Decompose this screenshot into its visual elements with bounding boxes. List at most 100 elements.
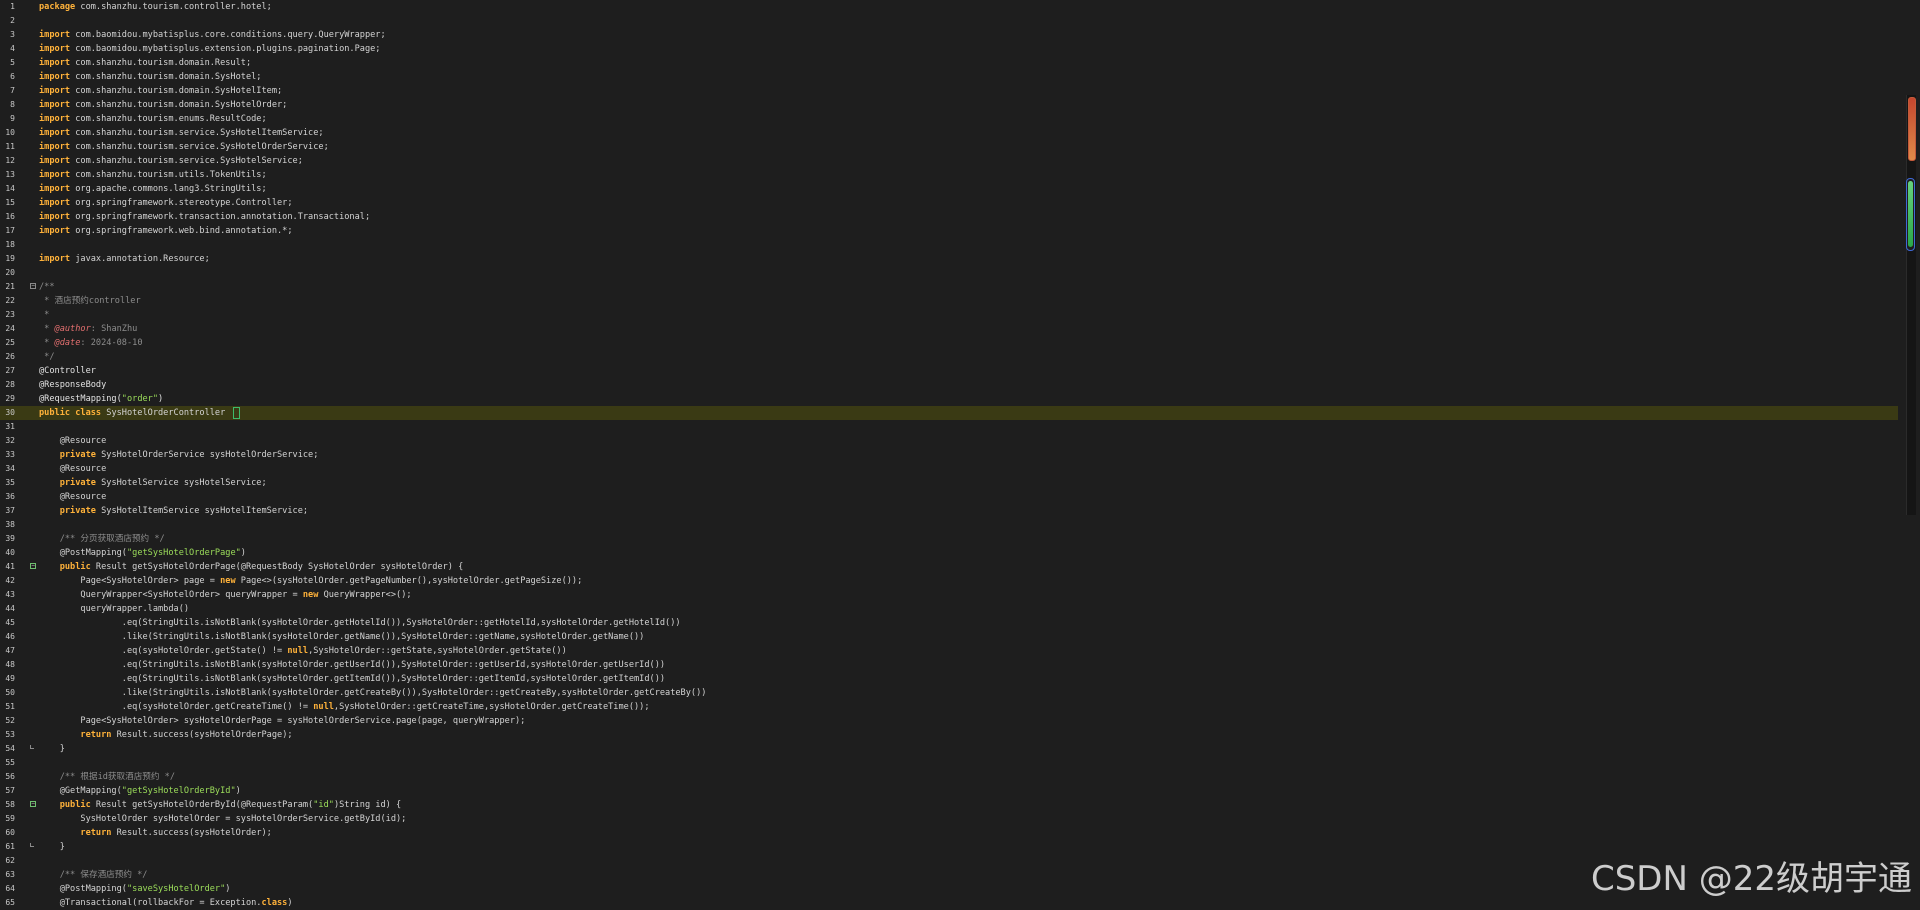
code-line[interactable]: 2 <box>0 14 1900 28</box>
code-line[interactable]: 21 −/** <box>0 280 1900 294</box>
code-token: com.shanzhu.tourism.service.SysHotelServ… <box>70 156 303 166</box>
code-token: ) <box>235 786 241 796</box>
code-line[interactable]: 60 return Result.success(sysHotelOrder); <box>0 826 1900 840</box>
code-line[interactable]: 55 <box>0 756 1900 770</box>
code-line[interactable]: 19 import javax.annotation.Resource; <box>0 252 1900 266</box>
code-line[interactable]: 52 Page<SysHotelOrder> sysHotelOrderPage… <box>0 714 1900 728</box>
code-line[interactable]: 8 import com.shanzhu.tourism.domain.SysHo… <box>0 98 1900 112</box>
code-text: import com.shanzhu.tourism.domain.SysHot… <box>39 84 282 98</box>
code-area[interactable]: 1 package com.shanzhu.tourism.controller.… <box>0 0 1900 910</box>
code-line[interactable]: 41 − public Result getSysHotelOrderPage(@… <box>0 560 1900 574</box>
code-line[interactable]: 10 import com.shanzhu.tourism.service.Sys… <box>0 126 1900 140</box>
fold-collapse-icon[interactable]: − <box>30 563 36 569</box>
code-line[interactable]: 9 import com.shanzhu.tourism.enums.Result… <box>0 112 1900 126</box>
code-editor[interactable]: 1 package com.shanzhu.tourism.controller.… <box>0 0 1920 910</box>
code-line[interactable]: 38 <box>0 518 1900 532</box>
code-line[interactable]: 50 .like(StringUtils.isNotBlank(sysHotel… <box>0 686 1900 700</box>
code-line[interactable]: 22 * 酒店预约controller <box>0 294 1900 308</box>
code-line[interactable]: 5 import com.shanzhu.tourism.domain.Resul… <box>0 56 1900 70</box>
code-line[interactable]: 49 .eq(StringUtils.isNotBlank(sysHotelOr… <box>0 672 1900 686</box>
code-line[interactable]: 47 .eq(sysHotelOrder.getState() != null,… <box>0 644 1900 658</box>
code-line[interactable]: 40 @PostMapping("getSysHotelOrderPage") <box>0 546 1900 560</box>
code-line[interactable]: 4 import com.baomidou.mybatisplus.extensi… <box>0 42 1900 56</box>
line-number: 9 <box>10 114 15 123</box>
code-line[interactable]: 24 * @author: ShanZhu <box>0 322 1900 336</box>
line-number: 39 <box>5 534 15 543</box>
code-line[interactable]: 18 <box>0 238 1900 252</box>
code-token: : 2024-08-10 <box>80 338 143 348</box>
code-line[interactable]: 28 @ResponseBody <box>0 378 1900 392</box>
code-line[interactable]: 29 @RequestMapping("order") <box>0 392 1900 406</box>
code-text: import com.baomidou.mybatisplus.extensio… <box>39 42 380 56</box>
code-token: com.shanzhu.tourism.utils.TokenUtils; <box>70 170 267 180</box>
code-text: import javax.annotation.Resource; <box>39 252 210 266</box>
code-line[interactable]: 12 import com.shanzhu.tourism.service.Sys… <box>0 154 1900 168</box>
code-token: org.springframework.web.bind.annotation.… <box>70 226 293 236</box>
fold-end-icon[interactable] <box>30 745 34 749</box>
code-line[interactable]: 45 .eq(StringUtils.isNotBlank(sysHotelOr… <box>0 616 1900 630</box>
code-line[interactable]: 1 package com.shanzhu.tourism.controller.… <box>0 0 1900 14</box>
code-text: Page<SysHotelOrder> sysHotelOrderPage = … <box>39 714 525 728</box>
line-number: 37 <box>5 506 15 515</box>
code-line[interactable]: 25 * @date: 2024-08-10 <box>0 336 1900 350</box>
code-token: return <box>80 828 112 838</box>
code-token: Page<SysHotelOrder> sysHotelOrderPage = … <box>39 716 526 726</box>
code-line[interactable]: 48 .eq(StringUtils.isNotBlank(sysHotelOr… <box>0 658 1900 672</box>
line-number: 24 <box>5 324 15 333</box>
code-line[interactable]: 14 import org.apache.commons.lang3.String… <box>0 182 1900 196</box>
code-token: ) <box>225 884 231 894</box>
code-token: private <box>59 506 96 516</box>
code-line[interactable]: 43 QueryWrapper<SysHotelOrder> queryWrap… <box>0 588 1900 602</box>
code-line[interactable]: 16 import org.springframework.transaction… <box>0 210 1900 224</box>
code-line[interactable]: 51 .eq(sysHotelOrder.getCreateTime() != … <box>0 700 1900 714</box>
code-token: import <box>39 170 71 180</box>
code-text: */ <box>39 350 54 364</box>
line-number: 44 <box>5 604 15 613</box>
code-line[interactable]: 39 /** 分页获取酒店预约 */ <box>0 532 1900 546</box>
code-line[interactable]: 15 import org.springframework.stereotype.… <box>0 196 1900 210</box>
code-line[interactable]: 58 − public Result getSysHotelOrderById(@… <box>0 798 1900 812</box>
code-text: import org.springframework.stereotype.Co… <box>39 196 293 210</box>
code-line[interactable]: 53 return Result.success(sysHotelOrderPa… <box>0 728 1900 742</box>
code-line[interactable]: 35 private SysHotelService sysHotelServi… <box>0 476 1900 490</box>
code-line[interactable]: 32 @Resource <box>0 434 1900 448</box>
code-line[interactable]: 17 import org.springframework.web.bind.an… <box>0 224 1900 238</box>
code-line[interactable]: 31 <box>0 420 1900 434</box>
fold-collapse-icon[interactable]: − <box>30 801 36 807</box>
line-number: 58 <box>5 800 15 809</box>
code-line[interactable]: 3 import com.baomidou.mybatisplus.core.co… <box>0 28 1900 42</box>
code-line[interactable]: 27 @Controller <box>0 364 1900 378</box>
code-line[interactable]: 56 /** 根据id获取酒店预约 */ <box>0 770 1900 784</box>
line-number: 14 <box>5 184 15 193</box>
code-line[interactable]: 44 queryWrapper.lambda() <box>0 602 1900 616</box>
code-token: ,SysHotelOrder::getCreateTime,sysHotelOr… <box>333 702 650 712</box>
code-line[interactable]: 54 } <box>0 742 1900 756</box>
code-line[interactable]: 7 import com.shanzhu.tourism.domain.SysHo… <box>0 84 1900 98</box>
code-line[interactable]: 23 * <box>0 308 1900 322</box>
code-token: @Resource <box>39 492 107 502</box>
line-number: 27 <box>5 366 15 375</box>
code-token: @PostMapping( <box>39 884 127 894</box>
code-line[interactable]: 6 import com.shanzhu.tourism.domain.SysHo… <box>0 70 1900 84</box>
code-line[interactable]: 13 import com.shanzhu.tourism.utils.Token… <box>0 168 1900 182</box>
code-line[interactable]: 36 @Resource <box>0 490 1900 504</box>
line-number: 36 <box>5 492 15 501</box>
code-line[interactable]: 57 @GetMapping("getSysHotelOrderById") <box>0 784 1900 798</box>
fold-end-icon[interactable] <box>30 843 34 847</box>
code-text: * <box>39 308 49 322</box>
code-token: import <box>39 72 71 82</box>
code-token: } <box>39 744 65 754</box>
code-line[interactable]: 42 Page<SysHotelOrder> page = new Page<>… <box>0 574 1900 588</box>
line-number: 61 <box>5 842 15 851</box>
code-line[interactable]: 34 @Resource <box>0 462 1900 476</box>
code-line[interactable]: 37 private SysHotelItemService sysHotelI… <box>0 504 1900 518</box>
code-line[interactable]: 20 <box>0 266 1900 280</box>
code-line[interactable]: 46 .like(StringUtils.isNotBlank(sysHotel… <box>0 630 1900 644</box>
code-line[interactable]: 30 public class SysHotelOrderController <box>0 406 1898 420</box>
code-token: import <box>39 30 71 40</box>
fold-collapse-icon[interactable]: − <box>30 283 36 289</box>
code-line[interactable]: 33 private SysHotelOrderService sysHotel… <box>0 448 1900 462</box>
code-line[interactable]: 11 import com.shanzhu.tourism.service.Sys… <box>0 140 1900 154</box>
code-line[interactable]: 26 */ <box>0 350 1900 364</box>
code-line[interactable]: 59 SysHotelOrder sysHotelOrder = sysHote… <box>0 812 1900 826</box>
